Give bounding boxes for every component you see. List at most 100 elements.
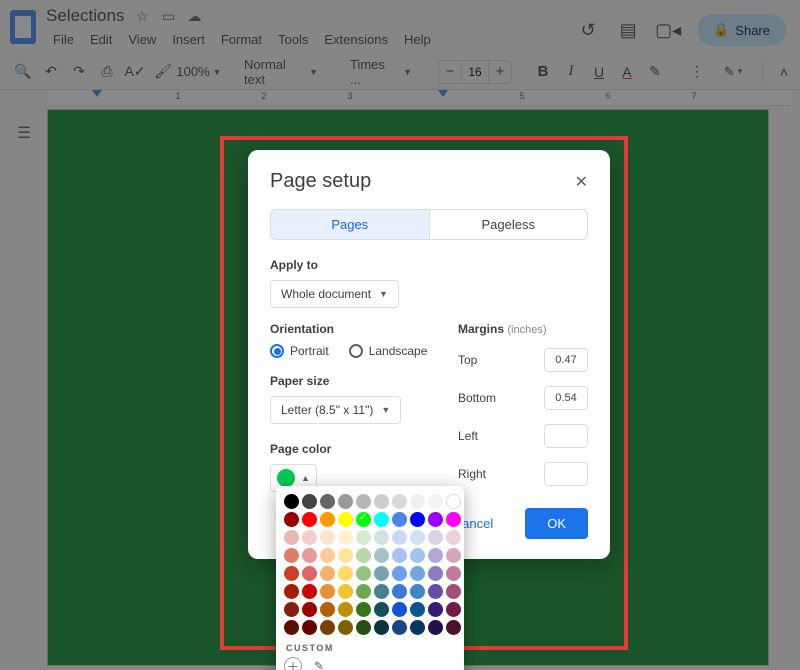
color-swatch[interactable] (374, 620, 389, 635)
color-swatch[interactable] (446, 620, 461, 635)
color-swatch[interactable] (320, 548, 335, 563)
color-swatch[interactable] (446, 494, 461, 509)
color-swatch[interactable] (410, 602, 425, 617)
ok-button[interactable]: OK (525, 508, 588, 539)
color-swatch[interactable] (356, 548, 371, 563)
color-swatch[interactable] (446, 584, 461, 599)
color-swatch[interactable] (338, 584, 353, 599)
color-swatch[interactable] (428, 620, 443, 635)
margin-left-input[interactable] (544, 424, 588, 448)
color-swatch[interactable] (410, 584, 425, 599)
color-swatch[interactable] (410, 530, 425, 545)
color-swatch[interactable] (392, 530, 407, 545)
color-swatch[interactable] (320, 494, 335, 509)
color-swatch[interactable] (302, 584, 317, 599)
color-swatch[interactable] (320, 584, 335, 599)
color-swatch[interactable] (356, 602, 371, 617)
color-swatch[interactable] (356, 530, 371, 545)
apply-to-select[interactable]: Whole document▼ (270, 280, 399, 308)
color-swatch[interactable] (338, 620, 353, 635)
color-swatch[interactable] (392, 584, 407, 599)
color-swatch[interactable] (428, 512, 443, 527)
color-swatch[interactable] (410, 494, 425, 509)
color-swatch[interactable] (410, 566, 425, 581)
color-swatch[interactable] (374, 602, 389, 617)
color-swatch[interactable] (374, 566, 389, 581)
color-swatch[interactable] (446, 530, 461, 545)
color-swatch[interactable] (356, 494, 371, 509)
color-swatch[interactable] (446, 602, 461, 617)
color-swatch[interactable] (320, 566, 335, 581)
color-swatch[interactable] (320, 512, 335, 527)
color-swatch[interactable] (302, 494, 317, 509)
color-swatch[interactable] (320, 530, 335, 545)
color-swatch[interactable] (356, 584, 371, 599)
color-swatch[interactable] (428, 494, 443, 509)
margin-bottom-input[interactable] (544, 386, 588, 410)
color-swatch[interactable] (392, 602, 407, 617)
margin-top-input[interactable] (544, 348, 588, 372)
margin-left-label: Left (458, 429, 478, 443)
color-swatch[interactable] (284, 530, 299, 545)
color-swatch[interactable] (392, 566, 407, 581)
color-swatch[interactable] (446, 548, 461, 563)
margin-row-left: Left (458, 424, 588, 448)
add-custom-color-icon[interactable]: ＋ (284, 657, 302, 670)
color-swatch[interactable] (446, 512, 461, 527)
margin-right-input[interactable] (544, 462, 588, 486)
color-swatch[interactable] (410, 620, 425, 635)
color-swatch[interactable] (284, 620, 299, 635)
color-swatch[interactable] (302, 566, 317, 581)
color-swatch[interactable] (392, 512, 407, 527)
color-swatch[interactable] (428, 548, 443, 563)
color-swatch[interactable] (302, 602, 317, 617)
color-swatch[interactable] (284, 566, 299, 581)
color-swatch[interactable] (374, 548, 389, 563)
color-swatch[interactable] (446, 566, 461, 581)
color-swatch[interactable] (356, 566, 371, 581)
color-swatch[interactable] (338, 494, 353, 509)
dialog-header: Page setup ✕ (270, 170, 588, 193)
margins-label: Margins (inches) (458, 322, 588, 336)
color-swatch[interactable] (392, 494, 407, 509)
color-swatch[interactable] (428, 566, 443, 581)
color-swatch[interactable] (338, 512, 353, 527)
radio-landscape[interactable]: Landscape (349, 344, 428, 358)
color-swatch[interactable] (338, 566, 353, 581)
tab-pages[interactable]: Pages (271, 210, 429, 239)
color-swatch[interactable] (302, 548, 317, 563)
color-swatch[interactable] (284, 602, 299, 617)
color-swatch[interactable] (392, 620, 407, 635)
color-swatch[interactable] (374, 530, 389, 545)
eyedropper-icon[interactable]: ✎ (310, 657, 328, 670)
color-swatch[interactable] (338, 530, 353, 545)
color-swatch[interactable] (410, 512, 425, 527)
color-swatch[interactable] (356, 512, 371, 527)
color-swatch[interactable] (428, 602, 443, 617)
color-swatch[interactable] (374, 584, 389, 599)
tab-pageless[interactable]: Pageless (429, 210, 588, 239)
color-swatch[interactable] (428, 584, 443, 599)
color-swatch[interactable] (302, 530, 317, 545)
color-swatch[interactable] (284, 512, 299, 527)
color-swatch[interactable] (356, 620, 371, 635)
color-swatch[interactable] (284, 584, 299, 599)
color-swatch[interactable] (284, 548, 299, 563)
paper-size-label: Paper size (270, 374, 434, 388)
margin-right-label: Right (458, 467, 486, 481)
color-swatch[interactable] (320, 602, 335, 617)
color-swatch[interactable] (302, 620, 317, 635)
color-swatch[interactable] (428, 530, 443, 545)
color-swatch[interactable] (320, 620, 335, 635)
color-swatch[interactable] (302, 512, 317, 527)
color-swatch[interactable] (284, 494, 299, 509)
radio-portrait[interactable]: Portrait (270, 344, 329, 358)
color-swatch[interactable] (374, 512, 389, 527)
paper-size-select[interactable]: Letter (8.5" x 11")▼ (270, 396, 401, 424)
color-swatch[interactable] (338, 602, 353, 617)
close-icon[interactable]: ✕ (575, 172, 588, 192)
color-swatch[interactable] (338, 548, 353, 563)
color-swatch[interactable] (374, 494, 389, 509)
color-swatch[interactable] (392, 548, 407, 563)
color-swatch[interactable] (410, 548, 425, 563)
